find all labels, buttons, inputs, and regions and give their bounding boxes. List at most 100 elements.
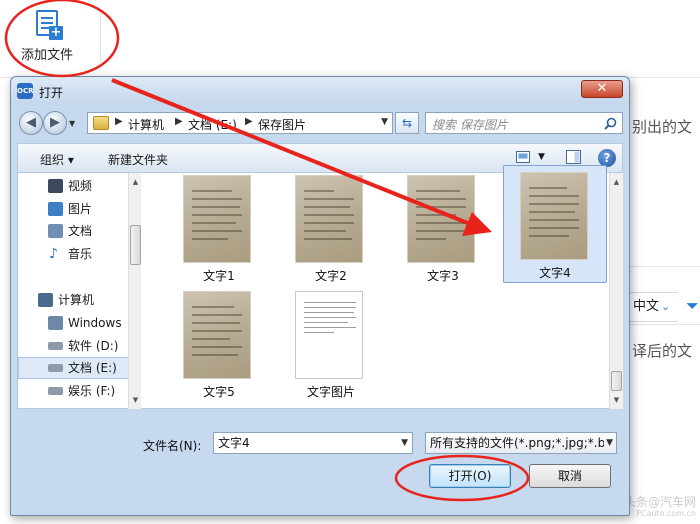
image-thumbnail (295, 175, 363, 263)
computer-icon (38, 293, 53, 307)
recent-locations-dropdown[interactable]: ▼ (69, 119, 75, 128)
file-item[interactable]: 文字图片 (279, 285, 383, 403)
nav-item-label: 音乐 (68, 247, 93, 261)
filename-input[interactable]: 文字4 ▼ (213, 432, 413, 454)
view-dropdown-icon[interactable]: ▼ (538, 152, 545, 162)
address-dropdown-icon[interactable]: ▼ (381, 117, 388, 127)
new-folder-button[interactable]: 新建文件夹 (108, 151, 168, 168)
music-icon: ♪ (49, 246, 58, 262)
add-file-button[interactable]: + 添加文件 (14, 8, 80, 70)
watermark: 头条@汽车网 PCauto.com.cn (624, 496, 696, 520)
organize-button[interactable]: 组织 ▾ (40, 151, 74, 168)
translated-text-heading: 译后的文 (632, 342, 693, 360)
file-list-scrollbar[interactable]: ▲ ▼ (609, 173, 623, 409)
image-thumbnail (183, 291, 251, 379)
back-arrow-icon[interactable]: ◀ (19, 111, 43, 135)
chevron-down-icon[interactable]: ▼ (401, 433, 408, 453)
nav-item-label: 文档 (E:) (68, 361, 117, 375)
app-toolbar: + 添加文件 (0, 0, 700, 78)
file-name: 文字1 (203, 269, 235, 283)
drive-icon (48, 342, 63, 350)
folder-icon (93, 116, 109, 130)
filetype-value: 所有支持的文件(*.png;*.jpg;*.b (430, 436, 606, 450)
documents-folder-icon (48, 224, 63, 238)
nav-item-drive-f[interactable]: 娱乐 (F:) (18, 380, 138, 402)
nav-item-label: 文档 (68, 224, 93, 238)
image-thumbnail (407, 175, 475, 263)
breadcrumb-separator-icon[interactable]: ▶ (175, 116, 183, 127)
chevron-down-icon[interactable]: ▼ (604, 433, 613, 453)
file-item[interactable]: 文字1 (167, 169, 271, 287)
nav-item-windows-drive[interactable]: Windows (18, 312, 138, 334)
scrollbar-thumb[interactable] (611, 371, 622, 391)
nav-item-label: 娱乐 (F:) (68, 384, 116, 398)
file-item[interactable]: 文字5 (167, 285, 271, 403)
breadcrumb-separator-icon[interactable]: ▶ (115, 116, 123, 127)
open-file-dialog: OCR 打开 ✕ ◀ ▶ ▼ ▶ 计算机 ▶ 文档 (E:) ▶ 保存图片 ▼ … (10, 76, 630, 516)
search-placeholder: 搜索 保存图片 (432, 118, 508, 132)
language-select[interactable]: 中文 ⌄ (626, 292, 678, 322)
breadcrumb-separator-icon[interactable]: ▶ (245, 116, 253, 127)
scrollbar-thumb[interactable] (130, 225, 141, 265)
add-file-icon: + (36, 10, 63, 40)
drive-icon (48, 387, 63, 395)
forward-arrow-icon[interactable]: ▶ (43, 111, 67, 135)
filetype-select[interactable]: 所有支持的文件(*.png;*.jpg;*.b ▼ (425, 432, 617, 454)
image-thumbnail (520, 172, 588, 260)
divider (626, 324, 700, 325)
nav-item-label: 软件 (D:) (68, 339, 119, 353)
navigation-row: ◀ ▶ ▼ ▶ 计算机 ▶ 文档 (E:) ▶ 保存图片 ▼ ⇆ 搜索 保存图片 (11, 107, 629, 141)
watermark-subtext: PCauto.com.cn (636, 509, 696, 518)
document-thumbnail (295, 291, 363, 379)
toolbar-divider (100, 12, 101, 62)
nav-item-drive-d[interactable]: 软件 (D:) (18, 335, 138, 357)
video-folder-icon (48, 179, 63, 193)
breadcrumb-saved-images[interactable]: 保存图片 (258, 116, 306, 133)
file-name: 文字2 (315, 269, 347, 283)
language-value: 中文 (633, 299, 660, 314)
file-item[interactable]: 文字3 (391, 169, 495, 287)
nav-item-documents[interactable]: 文档 (18, 220, 138, 242)
file-list: 文字1 文字2 文字3 文字4 文字5 文字图片 ▲ ▼ (141, 165, 623, 409)
pictures-folder-icon (48, 202, 63, 216)
nav-item-computer[interactable]: 计算机 (18, 289, 138, 311)
nav-item-label: 图片 (68, 202, 93, 216)
dialog-titlebar[interactable]: OCR 打开 ✕ (11, 77, 629, 105)
nav-item-pictures[interactable]: 图片 (18, 198, 138, 220)
add-file-label: 添加文件 (20, 48, 73, 63)
file-name: 文字5 (203, 385, 235, 399)
search-box[interactable]: 搜索 保存图片 (425, 112, 623, 134)
address-bar[interactable]: ▶ 计算机 ▶ 文档 (E:) ▶ 保存图片 ▼ (87, 112, 393, 134)
filename-label: 文件名(N): (143, 439, 202, 453)
open-button[interactable]: 打开(O) (429, 464, 511, 488)
navigation-scrollbar[interactable]: ▲ ▼ (128, 173, 142, 409)
nav-item-drive-e[interactable]: 文档 (E:) (18, 357, 138, 379)
filename-value: 文字4 (218, 436, 250, 450)
windows-drive-icon (48, 316, 63, 330)
nav-item-music[interactable]: ♪ 音乐 (18, 243, 138, 265)
chevron-down-icon: ⌄ (661, 300, 671, 313)
app-logo-icon: OCR (17, 83, 33, 99)
nav-item-videos[interactable]: 视频 (18, 175, 138, 197)
cancel-button[interactable]: 取消 (529, 464, 611, 488)
recognized-text-heading: 别出的文 (632, 118, 693, 136)
preview-pane-icon[interactable] (566, 150, 582, 164)
scroll-down-icon[interactable]: ▼ (610, 393, 623, 407)
navigation-pane: 视频 图片 文档 ♪ 音乐 计算机 Windows 软件 (D:) 文档 (E: (17, 173, 142, 409)
nav-item-label: 计算机 (58, 293, 95, 307)
change-view-icon[interactable] (516, 150, 532, 164)
filter-icon[interactable]: ⏷ (686, 296, 699, 316)
close-button[interactable]: ✕ (581, 80, 623, 98)
breadcrumb-drive-e[interactable]: 文档 (E:) (188, 116, 237, 133)
nav-item-label: Windows (68, 316, 122, 330)
file-name: 文字4 (539, 266, 571, 280)
image-thumbnail (183, 175, 251, 263)
dialog-title: 打开 (39, 86, 64, 100)
search-icon (604, 117, 617, 130)
file-name: 文字3 (427, 269, 459, 283)
scroll-up-icon[interactable]: ▲ (610, 175, 623, 189)
refresh-button[interactable]: ⇆ (395, 112, 419, 134)
breadcrumb-computer[interactable]: 计算机 (128, 116, 164, 133)
file-item[interactable]: 文字2 (279, 169, 383, 287)
file-item-selected[interactable]: 文字4 (503, 165, 607, 283)
